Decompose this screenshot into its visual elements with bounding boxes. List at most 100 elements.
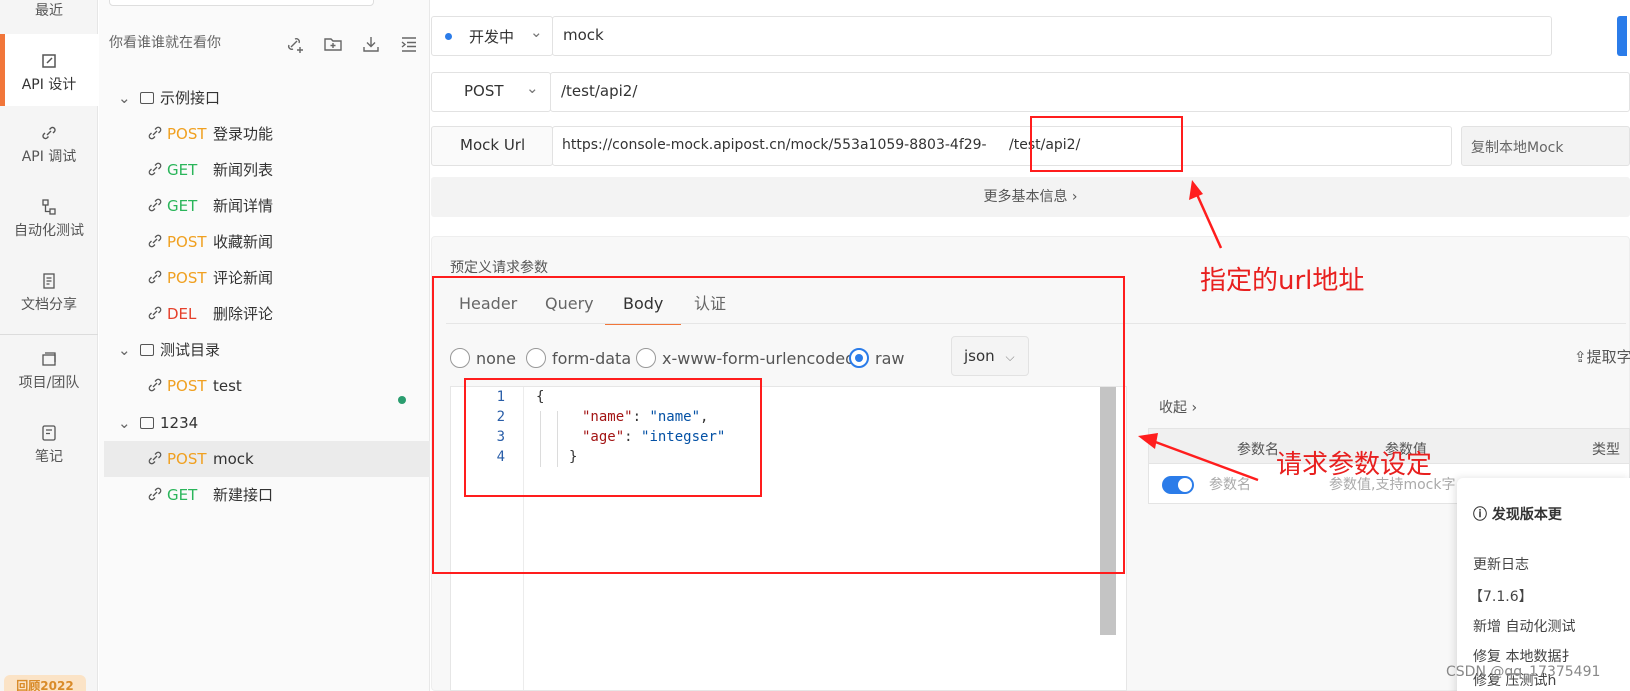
collapse-list-icon[interactable] [399,34,419,54]
extract-label: 提取字 [1586,348,1630,366]
folder-1234[interactable]: ⌄ 1234 [118,405,198,441]
review-badge[interactable]: 回顾2022 [4,675,86,691]
link-icon [148,451,162,464]
api-item-mock[interactable]: POST mock [104,441,430,477]
rail-item-label: 文档分享 [21,297,77,313]
url-annotation: 指定的url地址 [1200,266,1365,296]
api-item-favorite[interactable]: POST 收藏新闻 [147,224,273,260]
add-api-icon[interactable] [285,34,305,54]
changelog-line: 修复 本地数据扌 [1473,649,1576,665]
chevron-down-icon[interactable]: ⌄ [118,80,132,116]
code-highlight-box [464,378,762,497]
api-label: 删除评论 [213,305,274,323]
folder-icon [140,91,154,104]
note-icon [42,425,56,441]
chevron-right-icon: › [1187,400,1198,416]
api-tree-panel: 你看谁谁就在看你 ⌄ 示例接口 POST 登录功能 GET 新闻列表 GET 新闻详情 … [99,0,430,691]
status-select[interactable]: 开发中 ⌄ [431,16,553,56]
rail-divider [0,334,98,335]
method-badge: GET [167,486,198,504]
url-highlight-box [1030,116,1183,172]
param-annotation: 请求参数设定 [1276,450,1433,480]
copy-local-mock-button[interactable]: 复制本地Mock [1461,126,1630,166]
folder-icon [140,416,154,429]
rail-item-automation[interactable]: 自动化测试 [0,198,98,258]
link-icon [148,378,162,391]
col-param-type: 类型 [1592,442,1620,458]
folder-test-dir[interactable]: ⌄ 测试目录 [118,332,220,368]
section-title: 预定义请求参数 [450,260,548,276]
api-item-news-detail[interactable]: GET 新闻详情 [147,188,273,224]
rail-item-api-design[interactable]: API 设计 [0,34,98,106]
more-info-toggle[interactable]: 更多基本信息 › [431,177,1630,217]
mock-url-value: https://console-mock.apipost.cn/mock/553… [562,137,987,153]
api-item-new[interactable]: GET 新建接口 [147,477,273,513]
tree-search-input[interactable] [109,0,374,6]
rail-item-doc-share[interactable]: 文档分享 [0,272,98,332]
rail-item-label: API 设计 [21,77,77,93]
chevron-down-icon: ⌄ [526,79,539,97]
document-icon [43,273,55,289]
upload-icon: ⇪ [1574,348,1587,366]
link-icon [148,162,162,175]
left-rail: 最近 API 设计 API 调试 自动化测试 文档分享 项目/团队 笔记 回顾2… [0,0,98,691]
api-label: 新建接口 [213,486,274,504]
method-label: POST [464,82,504,100]
import-icon[interactable] [361,34,381,54]
api-item-comment[interactable]: POST 评论新闻 [147,260,273,296]
api-label: mock [213,450,254,468]
link-icon [148,306,162,319]
method-badge: POST [167,125,207,143]
rail-item-label: 项目/团队 [18,375,80,391]
link-icon [148,234,162,247]
api-label: 新闻列表 [213,161,274,179]
rail-item-label: API 调试 [21,149,77,165]
url-path-input[interactable]: /test/api2/ [550,72,1630,112]
copy-button-label: 复制本地Mock [1471,140,1564,156]
add-folder-icon[interactable] [323,34,343,54]
api-item-test[interactable]: POST test [147,368,242,404]
status-dot [445,33,452,40]
folder-icon [140,343,154,356]
chevron-down-icon[interactable]: ⌄ [118,332,132,368]
api-item-delete-comment[interactable]: DEL 删除评论 [147,296,273,332]
method-select[interactable]: POST ⌄ [431,72,551,112]
mock-url-input[interactable]: https://console-mock.apipost.cn/mock/553… [552,126,1452,166]
chevron-down-icon[interactable]: ⌄ [118,405,132,441]
api-item-news-list[interactable]: GET 新闻列表 [147,152,273,188]
stack-icon [42,352,56,366]
api-label: test [213,377,242,395]
method-badge: POST [167,450,207,468]
method-badge: POST [167,233,207,251]
version-update-popup: ⓘ 发现版本更 更新日志 【7.1.6】 新增 自动化测试 修复 本地数据扌 修… [1457,478,1630,691]
api-item-login[interactable]: POST 登录功能 [147,116,273,152]
status-label: 开发中 [469,28,515,46]
api-name-input[interactable]: mock [552,16,1552,56]
popup-title: ⓘ 发现版本更 [1473,507,1562,523]
save-button[interactable] [1617,16,1627,56]
rail-item-project-team[interactable]: 项目/团队 [0,350,98,410]
rail-item-notes[interactable]: 笔记 [0,424,98,484]
col-param-name: 参数名 [1237,442,1279,458]
changelog-label: 更新日志 [1473,557,1529,573]
folder-label: 示例接口 [160,89,221,107]
param-enabled-toggle[interactable] [1162,476,1194,494]
link-icon [42,126,56,140]
api-label: 新闻详情 [213,197,274,215]
rail-item-label: 笔记 [35,449,63,465]
collapse-toggle[interactable]: 收起 › [1159,397,1197,417]
version-label: 【7.1.6】 [1469,589,1533,605]
api-name-value: mock [563,26,604,44]
link-icon [148,126,162,139]
info-icon: ⓘ [1473,507,1492,523]
folder-example[interactable]: ⌄ 示例接口 [118,80,220,116]
rail-item-api-debug[interactable]: API 调试 [0,124,98,184]
api-label: 收藏新闻 [213,233,274,251]
link-icon [148,270,162,283]
param-name-input[interactable]: 参数名 [1209,474,1251,494]
extract-button[interactable]: ⇪提取字 [1574,346,1630,367]
edit-icon [42,54,56,68]
method-badge: POST [167,269,207,287]
chevron-right-icon: › [1071,189,1078,205]
rail-item-recent[interactable]: 最近 [0,0,98,20]
